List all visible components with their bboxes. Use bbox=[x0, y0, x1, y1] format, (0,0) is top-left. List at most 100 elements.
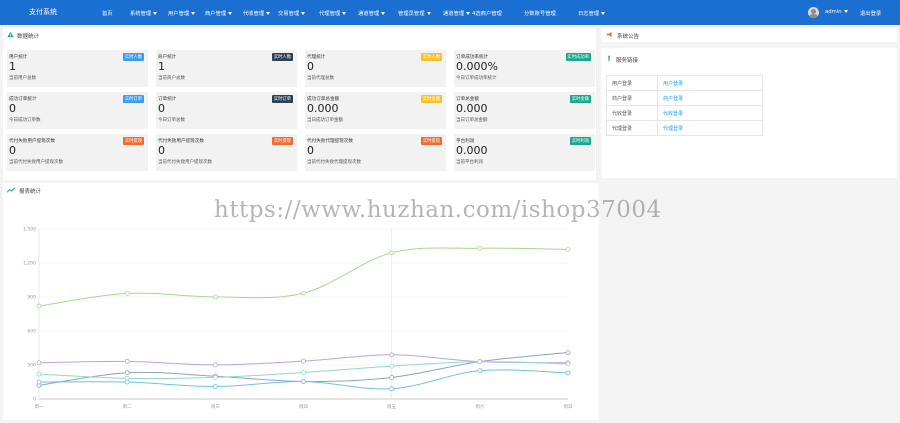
stat-badge: 实时人数 bbox=[271, 53, 293, 61]
nav-item[interactable]: 分数账号管理 bbox=[524, 9, 556, 17]
x-tick-label: 周三 bbox=[211, 404, 220, 410]
data-point bbox=[477, 359, 483, 365]
data-point bbox=[124, 290, 130, 296]
warning-icon bbox=[7, 31, 14, 38]
chevron-down-icon bbox=[426, 12, 431, 15]
nav-item[interactable]: 4选商户管理 bbox=[472, 9, 502, 17]
data-point bbox=[212, 384, 218, 389]
nav-item-label: 4选商户管理 bbox=[472, 11, 502, 17]
nav-item-label: 首页 bbox=[102, 11, 113, 17]
logout-link[interactable]: 退出登录 bbox=[860, 9, 881, 17]
data-point bbox=[301, 358, 306, 364]
brand-logo[interactable]: 支付系统 bbox=[29, 7, 57, 17]
chevron-down-icon bbox=[466, 12, 471, 15]
nav-item-label: 日志管理 bbox=[578, 11, 600, 17]
user-name: admin bbox=[825, 9, 842, 15]
nav-item-label: 管理员管理 bbox=[398, 11, 425, 17]
nav-item-label: 用户管理 bbox=[168, 11, 190, 17]
stat-value: 0.000 bbox=[456, 144, 488, 157]
service-link[interactable]: 商户登录 bbox=[657, 90, 763, 106]
nav-item[interactable]: 系统管理 bbox=[130, 9, 158, 17]
service-link[interactable]: 用户登录 bbox=[657, 75, 763, 91]
stat-badge: 实时金额 bbox=[420, 95, 442, 103]
service-link[interactable]: 代理登录 bbox=[657, 120, 763, 136]
stat-badge: 实时提现 bbox=[420, 137, 442, 145]
stat-desc: 今日订单成功率统计 bbox=[456, 76, 497, 81]
data-point bbox=[124, 358, 130, 364]
chevron-down-icon bbox=[342, 12, 347, 15]
stat-card: 平台利润 0.000 当前平台利润 实时利润 bbox=[454, 134, 595, 171]
data-point bbox=[565, 361, 571, 367]
nav-item-label: 商户管理 bbox=[205, 11, 227, 17]
data-point bbox=[36, 379, 42, 385]
table-row: 商户登录 商户登录 bbox=[606, 90, 763, 106]
chevron-down-icon bbox=[381, 12, 386, 15]
nav-item[interactable]: 代收管理 bbox=[243, 9, 271, 17]
x-tick-label: 周四 bbox=[299, 404, 308, 410]
nav-item[interactable]: 通道管理 bbox=[358, 9, 386, 17]
stat-card: 代付失败用户提现次数 0 当前代付失败用户提现次数 实时提现 bbox=[7, 134, 148, 171]
chevron-down-icon bbox=[191, 12, 196, 15]
nav-item-label: 交易管理 bbox=[278, 11, 300, 17]
chevron-down-icon bbox=[843, 10, 848, 13]
stat-badge: 实时金额 bbox=[569, 95, 591, 103]
data-point bbox=[565, 350, 571, 355]
x-tick-label: 周日 bbox=[564, 404, 573, 410]
y-tick-label: 600 bbox=[27, 329, 36, 335]
stat-value: 0 bbox=[158, 102, 165, 115]
stat-card: 商户统计 1 当前商户总数 实时人数 bbox=[156, 50, 297, 87]
stat-card: 用户统计 1 当前用户总数 实时人数 bbox=[7, 50, 148, 87]
y-tick-label: 300 bbox=[27, 363, 36, 369]
stat-value: 0.000 bbox=[307, 102, 339, 115]
nav-item-label: 通道管理 bbox=[358, 11, 380, 17]
nav-item[interactable]: 首页 bbox=[102, 9, 113, 17]
nav-item[interactable]: 管理员管理 bbox=[398, 9, 431, 17]
stat-desc: 当日成功订单金额 bbox=[307, 118, 343, 123]
data-point bbox=[389, 375, 395, 380]
nav-item[interactable]: 通道管理 bbox=[443, 9, 471, 17]
nav-item[interactable]: 交易管理 bbox=[278, 9, 306, 17]
stat-desc: 当前商户总数 bbox=[158, 76, 185, 81]
data-point bbox=[565, 247, 571, 252]
stat-desc: 当前代付失败用户提现次数 bbox=[9, 160, 63, 165]
stat-card: 代理统计 0 当前代理总数 实时人数 bbox=[305, 50, 446, 87]
stat-desc: 今日订单总数 bbox=[158, 118, 185, 123]
stat-desc: 当前代理总数 bbox=[307, 76, 334, 81]
data-point bbox=[36, 371, 42, 377]
user-avatar[interactable] bbox=[808, 7, 819, 18]
nav-item[interactable]: 用户管理 bbox=[168, 9, 196, 17]
top-navbar: 支付系统 首页 系统管理 用户管理 商户管理 代收管理 交易管理 代理管理 通道管理 管理员管理… bbox=[0, 0, 900, 25]
megaphone-icon bbox=[606, 32, 612, 37]
stat-badge: 实时订单 bbox=[271, 95, 293, 103]
notice-panel: 系统公告 bbox=[601, 28, 897, 42]
stat-badge: 实时成功率 bbox=[565, 53, 591, 61]
stat-desc: 当前代付失败用户提现次数 bbox=[158, 160, 212, 165]
stat-desc: 当前用户总数 bbox=[9, 76, 36, 81]
stat-desc: 当日订单总金额 bbox=[456, 118, 488, 123]
nav-item-label: 代理管理 bbox=[319, 11, 341, 17]
stat-card: 订单统计 0 今日订单总数 实时订单 bbox=[156, 92, 297, 129]
x-tick-label: 周六 bbox=[475, 403, 484, 410]
data-point bbox=[301, 379, 306, 384]
chevron-down-icon bbox=[153, 12, 158, 15]
stat-badge: 实时人数 bbox=[420, 53, 442, 61]
x-tick-label: 周五 bbox=[387, 404, 396, 410]
nav-item[interactable]: 代理管理 bbox=[319, 9, 347, 17]
service-link[interactable]: 代收登录 bbox=[657, 105, 763, 121]
nav-item[interactable]: 商户管理 bbox=[205, 9, 233, 17]
stat-card: 订单总金额 0.000 当日订单总金额 实时金额 bbox=[454, 92, 595, 129]
data-point bbox=[477, 368, 483, 374]
data-point bbox=[36, 303, 42, 309]
nav-item[interactable]: 日志管理 bbox=[578, 9, 606, 17]
data-point bbox=[565, 370, 571, 376]
stat-badge: 实时订单 bbox=[122, 95, 144, 103]
user-menu[interactable]: admin bbox=[825, 9, 848, 15]
link-row-label: 商户登录 bbox=[606, 90, 658, 106]
x-tick-label: 周二 bbox=[123, 404, 132, 410]
stat-desc: 当前平台利润 bbox=[456, 160, 483, 165]
stat-value: 1 bbox=[9, 60, 16, 73]
nav-item-label: 通道管理 bbox=[443, 11, 465, 17]
chevron-down-icon bbox=[301, 12, 306, 15]
y-tick-label: 900 bbox=[27, 295, 36, 301]
y-tick-label: 1,200 bbox=[23, 261, 36, 267]
